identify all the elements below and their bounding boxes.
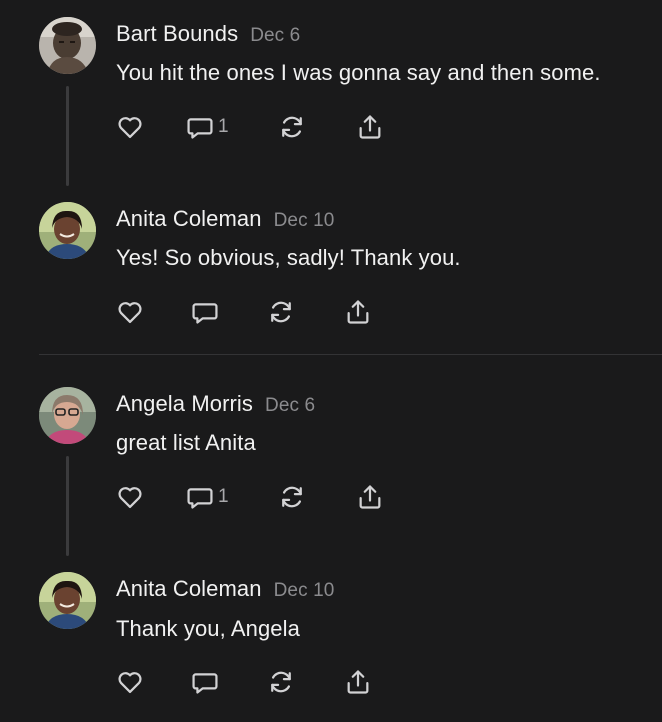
share-button[interactable] (344, 667, 372, 697)
comment-header: Anita Coleman Dec 10 (116, 576, 334, 602)
reply-button[interactable] (191, 297, 219, 327)
comment-text: Thank you, Angela (116, 616, 300, 641)
author-name[interactable]: Anita Coleman (116, 206, 262, 231)
reply-count: 1 (218, 486, 229, 507)
thread-divider (39, 354, 662, 355)
reply-button[interactable]: 1 (186, 482, 229, 512)
comment-date[interactable]: Dec 10 (274, 580, 335, 601)
reply-count: 1 (218, 116, 229, 137)
heart-icon (118, 672, 142, 694)
comment-text: Yes! So obvious, sadly! Thank you. (116, 245, 461, 270)
share-icon (359, 485, 381, 509)
author-name[interactable]: Anita Coleman (116, 576, 262, 601)
share-icon (359, 115, 381, 139)
restack-button[interactable] (278, 482, 306, 512)
restack-button[interactable] (278, 112, 306, 142)
restack-icon (282, 116, 302, 138)
comment-text: great list Anita (116, 430, 256, 455)
share-button[interactable] (356, 482, 384, 512)
author-name[interactable]: Angela Morris (116, 391, 253, 416)
share-icon (347, 670, 369, 694)
share-icon (347, 300, 369, 324)
like-button[interactable] (116, 112, 144, 142)
reply-button[interactable] (191, 667, 219, 697)
restack-button[interactable] (267, 667, 295, 697)
share-button[interactable] (356, 112, 384, 142)
like-button[interactable] (116, 297, 144, 327)
restack-icon (271, 301, 291, 323)
restack-icon (271, 671, 291, 693)
like-button[interactable] (116, 482, 144, 512)
like-button[interactable] (116, 667, 144, 697)
comment-bubble-icon (187, 118, 213, 139)
comment-date[interactable]: Dec 6 (265, 395, 315, 416)
avatar[interactable] (39, 387, 96, 444)
restack-button[interactable] (267, 297, 295, 327)
comment-actions (116, 667, 416, 697)
comment-header: Bart Bounds Dec 6 (116, 21, 300, 47)
comment-bubble-icon (192, 303, 218, 324)
comment-date[interactable]: Dec 6 (250, 25, 300, 46)
comment-actions (116, 297, 416, 327)
comment-header: Angela Morris Dec 6 (116, 391, 315, 417)
comment-date[interactable]: Dec 10 (274, 210, 335, 231)
share-button[interactable] (344, 297, 372, 327)
avatar[interactable] (39, 202, 96, 259)
heart-icon (118, 117, 142, 139)
comment-bubble-icon (192, 673, 218, 694)
restack-icon (282, 486, 302, 508)
comment-actions: 1 (116, 482, 416, 512)
comment-actions: 1 (116, 112, 416, 142)
thread-line (66, 456, 69, 556)
thread-line (66, 86, 69, 186)
avatar[interactable] (39, 17, 96, 74)
avatar[interactable] (39, 572, 96, 629)
heart-icon (118, 302, 142, 324)
comment-text: You hit the ones I was gonna say and the… (116, 60, 601, 85)
reply-button[interactable]: 1 (186, 112, 229, 142)
comment-header: Anita Coleman Dec 10 (116, 206, 334, 232)
comment-bubble-icon (187, 488, 213, 509)
heart-icon (118, 487, 142, 509)
author-name[interactable]: Bart Bounds (116, 21, 238, 46)
